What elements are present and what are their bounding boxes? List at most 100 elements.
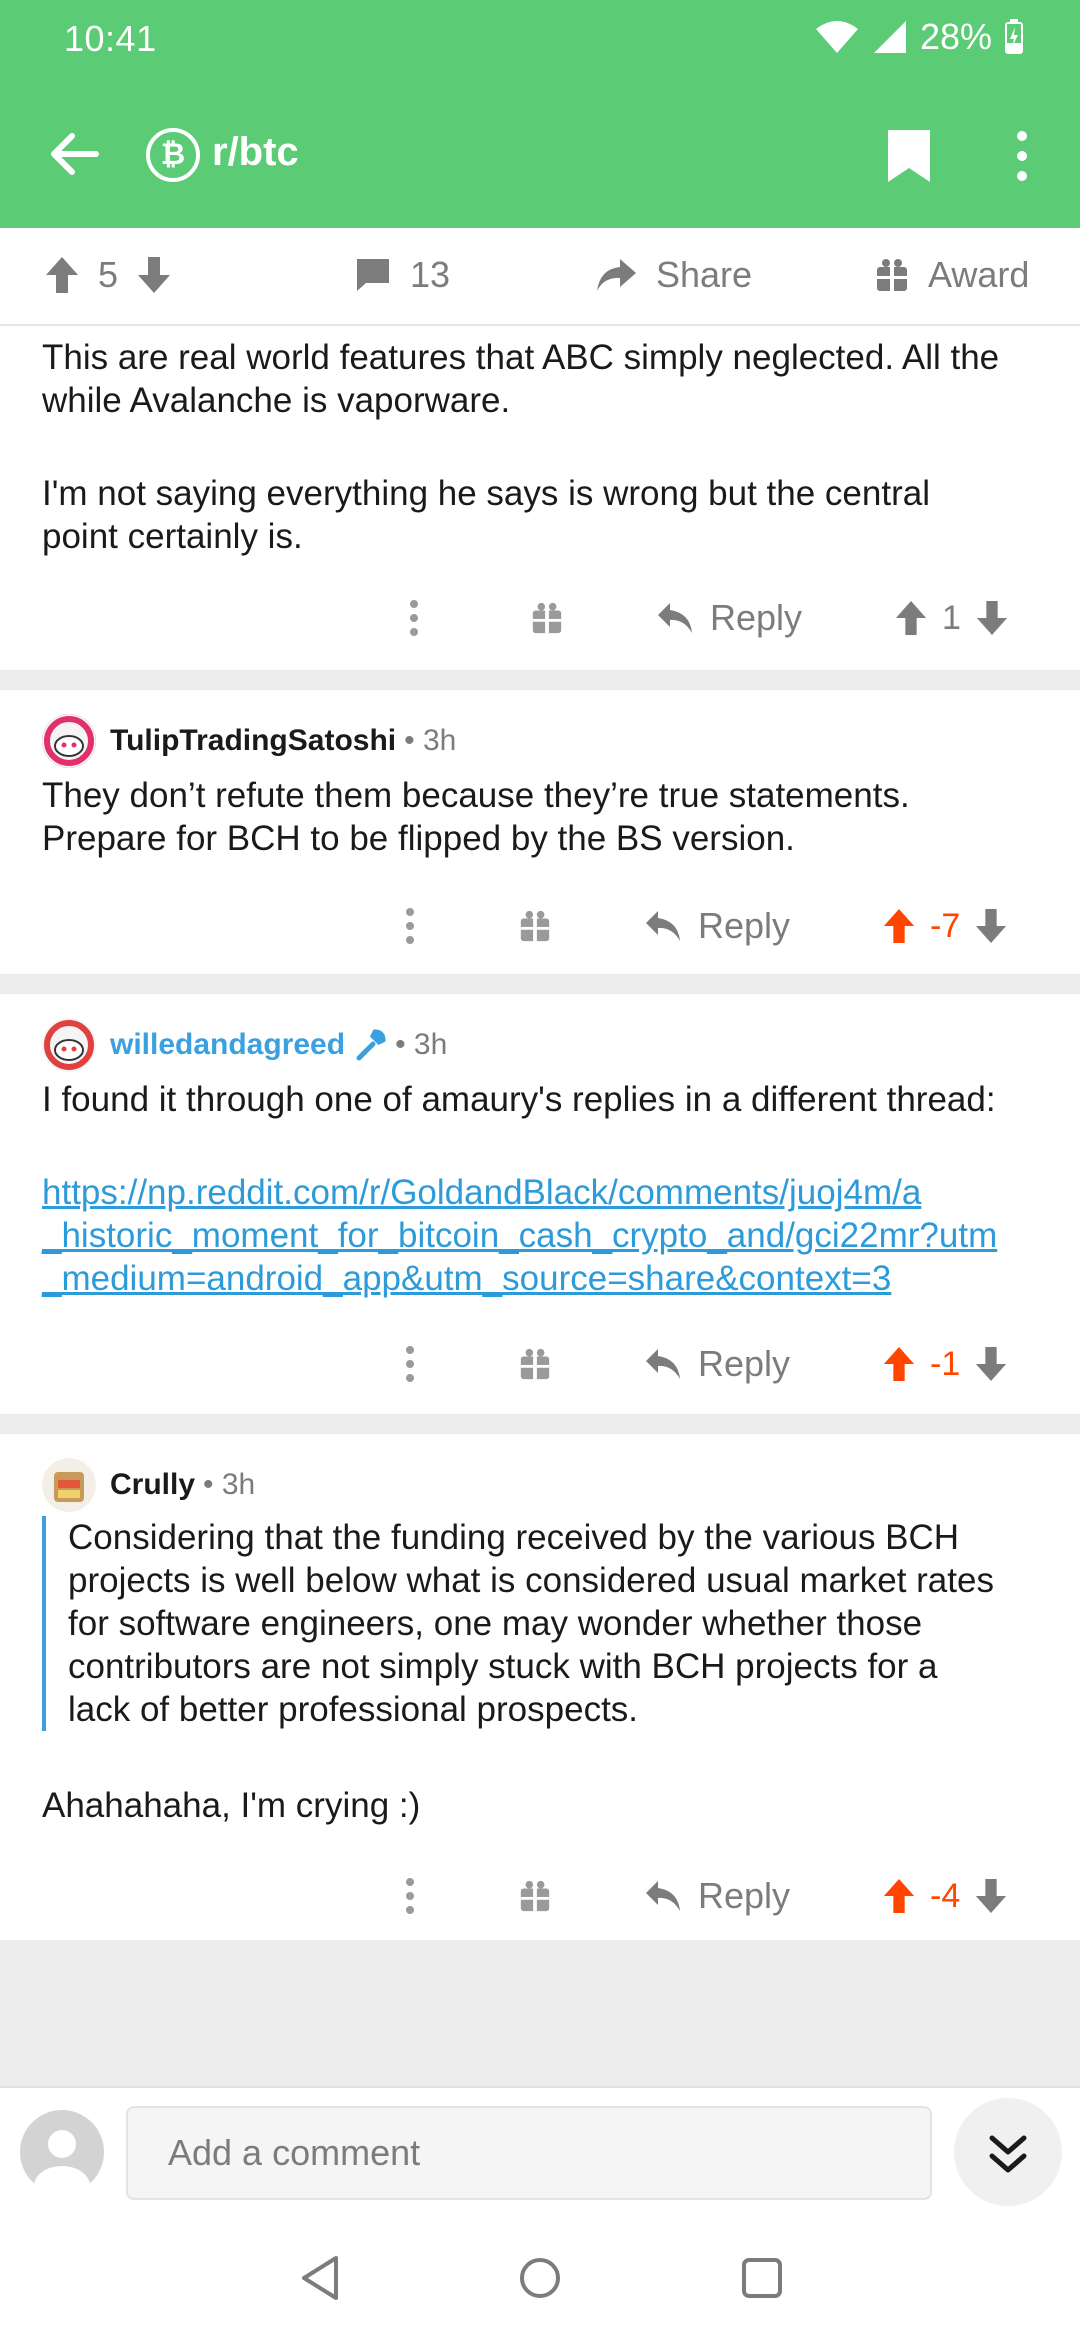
back-arrow-icon[interactable] xyxy=(42,122,106,186)
quote-line: projects is well below what is considere… xyxy=(68,1561,994,1600)
comment-divider xyxy=(0,974,1080,994)
double-chevron-down-icon xyxy=(989,2135,1027,2173)
award-button[interactable]: Award xyxy=(874,254,1029,296)
award-button[interactable] xyxy=(518,896,552,956)
comment-item: This are real world features that ABC si… xyxy=(0,326,1080,670)
reply-button[interactable]: Reply xyxy=(644,1866,790,1926)
subreddit-bitcoin-icon[interactable]: ₿ xyxy=(146,128,200,182)
nav-back-icon[interactable] xyxy=(298,2254,342,2302)
reply-button[interactable]: Reply xyxy=(656,588,802,648)
comment-link[interactable]: _medium=android_app&utm_source=share&con… xyxy=(42,1257,1052,1300)
comment-composer-bar: Add a comment xyxy=(0,2086,1080,2214)
more-vert-icon xyxy=(406,1346,414,1382)
comment-time: • 3h xyxy=(395,1028,448,1061)
add-comment-input[interactable]: Add a comment xyxy=(126,2106,932,2200)
app-bar: ₿ r/btc xyxy=(0,104,1080,204)
subreddit-name[interactable]: r/btc xyxy=(212,130,299,175)
more-vert-icon xyxy=(406,908,414,944)
share-button[interactable]: Share xyxy=(594,254,752,296)
avatar[interactable] xyxy=(42,1018,96,1072)
gift-icon xyxy=(532,602,562,634)
comment-body: This are real world features that ABC si… xyxy=(42,336,1052,558)
status-time: 10:41 xyxy=(64,18,157,59)
downvote-arrow-icon[interactable] xyxy=(974,907,1008,945)
downvote-arrow-icon[interactable] xyxy=(974,1345,1008,1383)
upvote-arrow-icon[interactable] xyxy=(894,599,928,637)
wifi-icon xyxy=(815,21,858,53)
avatar[interactable] xyxy=(42,714,96,768)
comment-divider xyxy=(0,670,1080,690)
reply-label: Reply xyxy=(698,1875,791,1916)
reply-button[interactable]: Reply xyxy=(644,1334,790,1394)
system-navigation-bar xyxy=(0,2214,1080,2340)
more-options-button[interactable] xyxy=(404,1334,416,1394)
more-options-button[interactable] xyxy=(404,896,416,956)
comment-line: while Avalanche is vaporware. xyxy=(42,381,511,420)
upvote-arrow-icon[interactable] xyxy=(882,1345,916,1383)
comment-link[interactable]: https://np.reddit.com/r/GoldandBlack/com… xyxy=(42,1171,1052,1214)
vote-group: 1 xyxy=(894,588,1009,648)
username[interactable]: willedandagreed xyxy=(110,1028,345,1062)
comment-body: They don’t refute them because they’re t… xyxy=(42,774,1052,860)
comment-line: I'm not saying everything he says is wro… xyxy=(42,474,930,513)
nav-home-icon[interactable] xyxy=(518,2256,562,2300)
status-icons: 28% xyxy=(814,16,1024,58)
reply-arrow-icon xyxy=(646,1349,680,1379)
vote-group: -1 xyxy=(882,1334,1008,1394)
user-silhouette-icon xyxy=(34,2130,90,2194)
comment-line: I found it through one of amaury's repli… xyxy=(42,1080,996,1119)
comment-score: -7 xyxy=(930,906,961,945)
username[interactable]: Crully xyxy=(110,1468,195,1502)
comment-score: -1 xyxy=(930,1344,961,1383)
bookmark-icon[interactable] xyxy=(886,128,932,184)
comment-divider xyxy=(0,1414,1080,1434)
gift-icon xyxy=(520,910,550,942)
snoo-avatar-icon xyxy=(42,714,96,768)
quote-line: Considering that the funding received by… xyxy=(68,1518,960,1557)
reply-button[interactable]: Reply xyxy=(644,896,790,956)
comment-actions: Reply -7 xyxy=(0,896,1080,956)
more-vert-icon xyxy=(406,1878,414,1914)
collapse-comments-button[interactable] xyxy=(954,2098,1062,2206)
comments-count: 13 xyxy=(410,254,451,295)
moderator-wrench-icon xyxy=(356,1029,386,1061)
reply-arrow-icon xyxy=(646,911,680,941)
award-label: Award xyxy=(928,254,1030,295)
upvote-arrow-icon[interactable] xyxy=(44,255,80,295)
share-label: Share xyxy=(656,254,753,295)
more-options-button[interactable] xyxy=(404,1866,416,1926)
comments-button[interactable]: 13 xyxy=(354,254,450,296)
quote-line: contributors are not simply stuck with B… xyxy=(68,1647,938,1686)
award-button[interactable] xyxy=(518,1866,552,1926)
feed-end-spacer xyxy=(0,1940,1080,2086)
comment-actions: Reply -1 xyxy=(0,1334,1080,1394)
avatar[interactable] xyxy=(42,1458,96,1512)
user-avatar-icon xyxy=(42,1458,96,1512)
downvote-arrow-icon[interactable] xyxy=(136,255,172,295)
award-button[interactable] xyxy=(530,588,564,648)
award-button[interactable] xyxy=(518,1334,552,1394)
quote-line: for software engineers, one may wonder w… xyxy=(68,1604,923,1643)
comment-header: TulipTradingSatoshi • 3h xyxy=(42,714,456,768)
current-user-avatar[interactable] xyxy=(20,2110,104,2194)
quote-line: lack of better professional prospects. xyxy=(68,1690,639,1729)
more-options-button[interactable] xyxy=(408,588,420,648)
downvote-arrow-icon[interactable] xyxy=(975,599,1009,637)
downvote-arrow-icon[interactable] xyxy=(974,1877,1008,1915)
comment-line: point certainly is. xyxy=(42,517,303,556)
more-vert-icon[interactable] xyxy=(1008,128,1036,184)
comment-body: I found it through one of amaury's repli… xyxy=(42,1078,1052,1300)
battery-percent: 28% xyxy=(919,16,992,57)
vote-group: -7 xyxy=(882,896,1008,956)
nav-recents-icon[interactable] xyxy=(740,2256,784,2300)
comment-header: willedandagreed • 3h xyxy=(42,1018,447,1072)
share-icon xyxy=(597,259,636,291)
username[interactable]: TulipTradingSatoshi xyxy=(110,724,396,758)
upvote-arrow-icon[interactable] xyxy=(882,907,916,945)
upvote-arrow-icon[interactable] xyxy=(882,1877,916,1915)
comment-link[interactable]: _historic_moment_for_bitcoin_cash_crypto… xyxy=(42,1214,1052,1257)
reply-label: Reply xyxy=(698,905,791,946)
vote-group: -4 xyxy=(882,1866,1008,1926)
